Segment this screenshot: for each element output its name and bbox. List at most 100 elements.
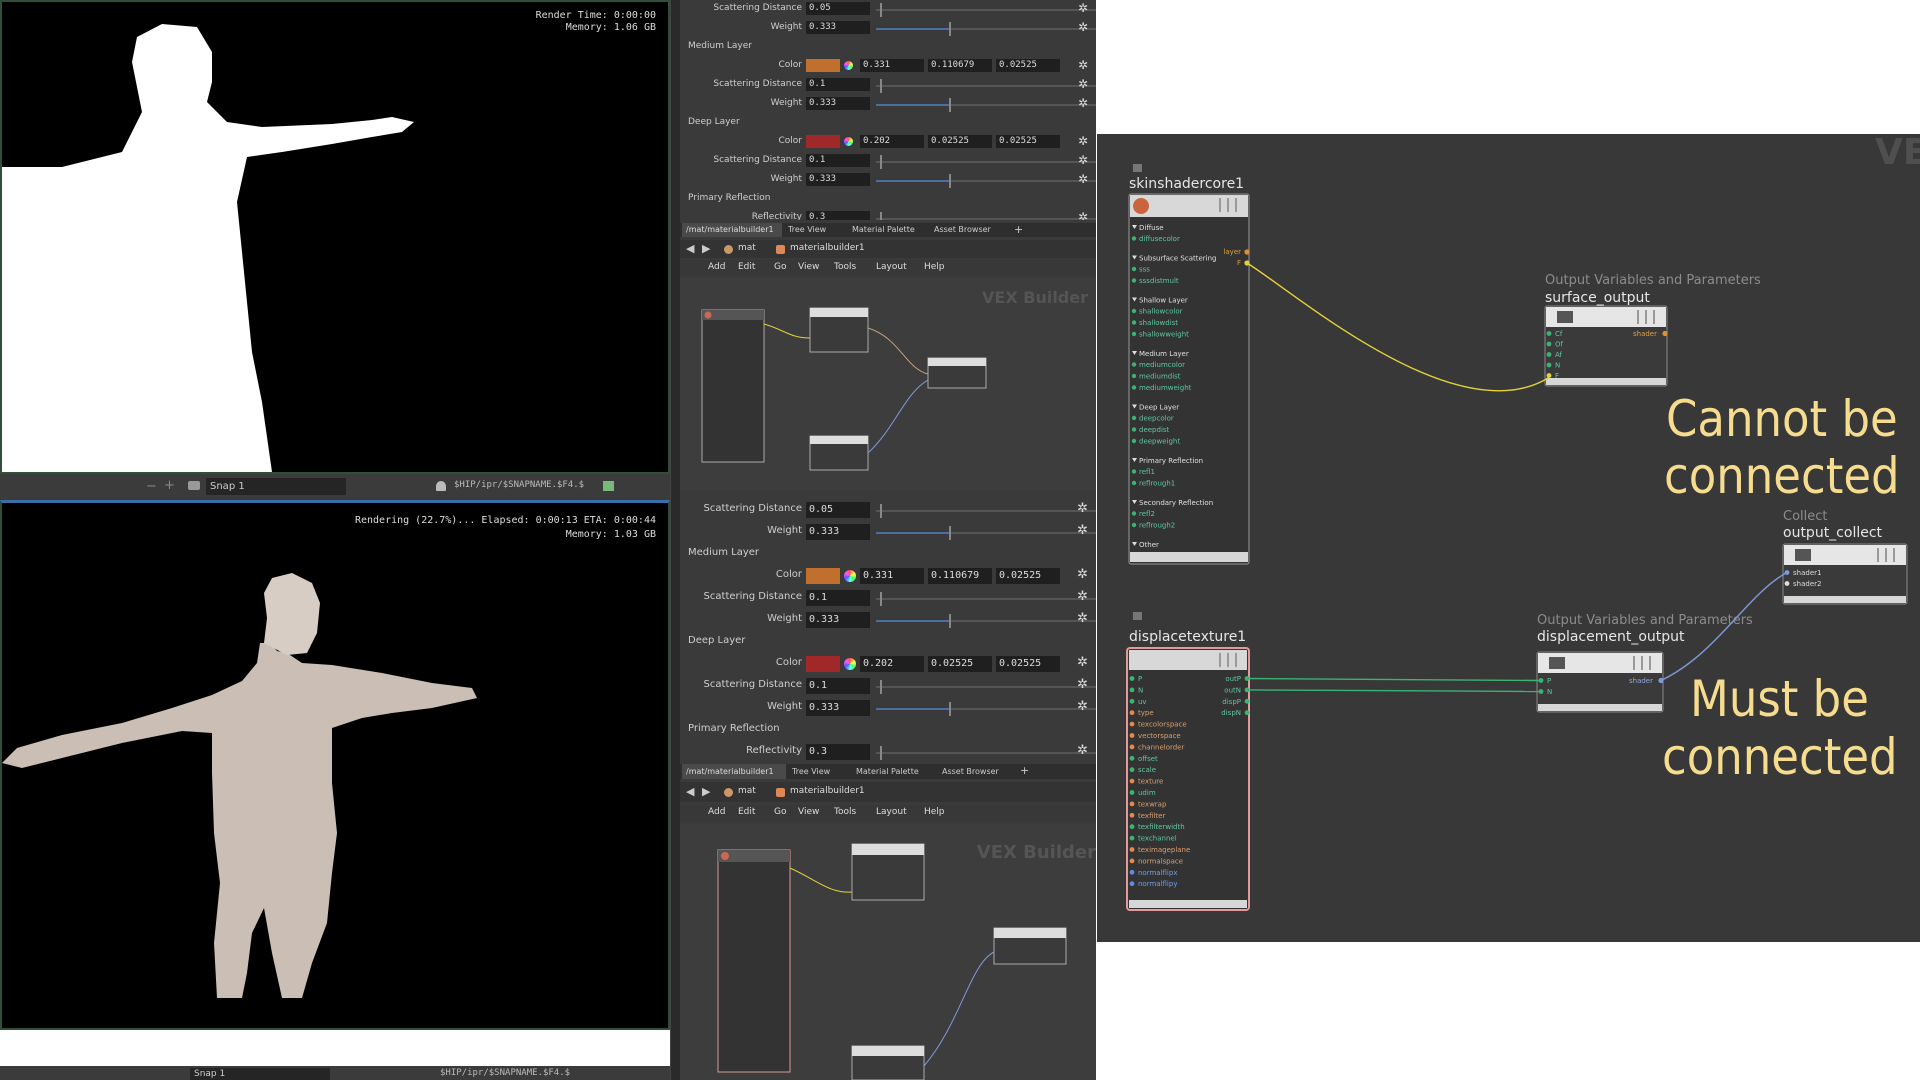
param-value-field[interactable]: 0.110679	[928, 568, 992, 584]
gear-icon[interactable]: ✲	[1078, 1, 1088, 15]
param-slider[interactable]	[876, 702, 1096, 716]
menu-item-layout[interactable]: Layout	[876, 262, 907, 272]
gear-icon[interactable]: ✲	[1077, 567, 1088, 582]
color-swatch[interactable]	[806, 135, 840, 148]
slider-handle[interactable]	[880, 78, 883, 93]
menu-item-add[interactable]: Add	[708, 807, 725, 817]
slider-handle[interactable]	[880, 154, 883, 169]
forward-arrow-icon[interactable]: ▶	[702, 242, 710, 255]
param-value-field[interactable]: 0.331	[860, 59, 924, 72]
color-wheel-icon[interactable]	[844, 137, 853, 146]
slider-handle[interactable]	[880, 746, 883, 760]
slider-handle[interactable]	[948, 526, 951, 540]
param-slider[interactable]	[876, 154, 1096, 169]
render-view-top[interactable]: Render Time: 0:00:00 Memory: 1.06 GB	[0, 0, 670, 474]
param-value-field[interactable]: 0.333	[806, 612, 870, 628]
gear-icon[interactable]: ✲	[1078, 96, 1088, 110]
param-value-field[interactable]: 0.02525	[996, 135, 1060, 148]
slider-handle[interactable]	[880, 504, 883, 518]
param-value-field[interactable]: 0.333	[806, 700, 870, 716]
tab-network[interactable]: /mat/materialbuilder1	[682, 223, 782, 237]
tab-material-palette-bottom[interactable]: Material Palette	[856, 764, 919, 779]
slider-handle[interactable]	[880, 680, 883, 694]
gear-icon[interactable]: ✲	[1077, 501, 1088, 516]
gear-icon[interactable]: ✲	[1078, 20, 1088, 34]
zoomed-network-view[interactable]: VE skinshadercore1 Diffuse diffusecolor Sub…	[1097, 134, 1920, 942]
param-value-field[interactable]: 0.202	[860, 135, 924, 148]
param-value-field[interactable]: 0.1	[806, 78, 870, 91]
tab-asset-browser[interactable]: Asset Browser	[934, 223, 1004, 237]
slider-handle[interactable]	[948, 614, 951, 628]
menu-item-tools[interactable]: Tools	[834, 807, 856, 817]
slider-handle[interactable]	[880, 592, 883, 606]
gear-icon[interactable]: ✲	[1077, 677, 1088, 692]
param-value-field[interactable]: 0.110679	[928, 59, 992, 72]
tab-tree-view[interactable]: Tree View	[788, 223, 854, 237]
gear-icon[interactable]: ✲	[1078, 134, 1088, 148]
network-canvas[interactable]: VEX Builder	[680, 278, 1096, 490]
network-canvas-bottom[interactable]: VEX Builder	[680, 824, 1096, 1080]
gear-icon[interactable]: ✲	[1078, 210, 1088, 220]
gear-icon[interactable]: ✲	[1077, 589, 1088, 604]
slider-handle[interactable]	[948, 173, 951, 188]
path-node-bottom[interactable]: materialbuilder1	[790, 786, 865, 796]
menu-item-help[interactable]: Help	[924, 262, 945, 272]
param-value-field[interactable]: 0.02525	[996, 59, 1060, 72]
add-tab-icon[interactable]: +	[1014, 223, 1023, 236]
color-swatch[interactable]	[806, 568, 840, 584]
gear-icon[interactable]: ✲	[1078, 172, 1088, 186]
param-value-field[interactable]: 0.333	[806, 97, 870, 110]
param-slider[interactable]	[876, 21, 1096, 36]
tab-asset-browser-bottom[interactable]: Asset Browser	[942, 764, 999, 779]
slider-handle[interactable]	[948, 21, 951, 36]
color-swatch[interactable]	[806, 59, 840, 72]
output-path-bottom[interactable]: $HIP/ipr/$SNAPNAME.$F4.$	[440, 1068, 570, 1078]
param-value-field[interactable]: 0.202	[860, 656, 924, 672]
snap-field[interactable]: Snap 1	[206, 478, 346, 495]
slider-handle[interactable]	[880, 2, 883, 17]
path-mat-bottom[interactable]: mat	[738, 786, 756, 796]
back-arrow-icon[interactable]: ◀	[686, 242, 694, 255]
add-tab-icon-bottom[interactable]: +	[1020, 764, 1029, 778]
slider-handle[interactable]	[880, 211, 883, 220]
param-slider[interactable]	[876, 78, 1096, 93]
param-value-field[interactable]: 0.1	[806, 590, 870, 606]
param-value-field[interactable]: 0.1	[806, 154, 870, 167]
menu-item-go[interactable]: Go	[774, 262, 786, 272]
param-slider[interactable]	[876, 680, 1096, 694]
color-wheel-icon[interactable]	[844, 61, 853, 70]
slider-handle[interactable]	[948, 702, 951, 716]
param-slider[interactable]	[876, 173, 1096, 188]
param-slider[interactable]	[876, 526, 1096, 540]
param-slider[interactable]	[876, 97, 1096, 112]
back-arrow-icon-bottom[interactable]: ◀	[686, 785, 694, 798]
slider-handle[interactable]	[948, 97, 951, 112]
param-value-field[interactable]: 0.333	[806, 173, 870, 186]
tab-material-palette[interactable]: Material Palette	[852, 223, 936, 237]
menu-item-add[interactable]: Add	[708, 262, 725, 272]
menu-item-edit[interactable]: Edit	[738, 807, 755, 817]
menu-item-layout[interactable]: Layout	[876, 807, 907, 817]
param-value-field[interactable]: 0.1	[806, 678, 870, 694]
forward-arrow-icon-bottom[interactable]: ▶	[702, 785, 710, 798]
param-value-field[interactable]: 0.02525	[928, 135, 992, 148]
param-value-field[interactable]: 0.02525	[996, 656, 1060, 672]
path-node[interactable]: materialbuilder1	[790, 243, 865, 253]
menu-item-edit[interactable]: Edit	[738, 262, 755, 272]
tab-network-bottom[interactable]: /mat/materialbuilder1	[682, 764, 786, 779]
param-value-field[interactable]: 0.05	[806, 502, 870, 518]
param-value-field[interactable]: 0.331	[860, 568, 924, 584]
snap-field-bottom[interactable]: Snap 1	[190, 1068, 330, 1080]
param-slider[interactable]	[876, 2, 1096, 17]
menu-item-view[interactable]: View	[798, 807, 819, 817]
plus-icon[interactable]: +	[164, 478, 175, 493]
render-view-bottom[interactable]: Rendering (22.7%)... Elapsed: 0:00:13 ET…	[0, 500, 670, 1030]
gear-icon[interactable]: ✲	[1077, 699, 1088, 714]
house-icon[interactable]	[603, 481, 614, 491]
param-slider[interactable]	[876, 614, 1096, 628]
param-value-field[interactable]: 0.333	[806, 21, 870, 34]
menu-item-tools[interactable]: Tools	[834, 262, 856, 272]
gear-icon[interactable]: ✲	[1077, 611, 1088, 626]
param-slider[interactable]	[876, 592, 1096, 606]
minus-icon[interactable]: −	[146, 479, 157, 494]
